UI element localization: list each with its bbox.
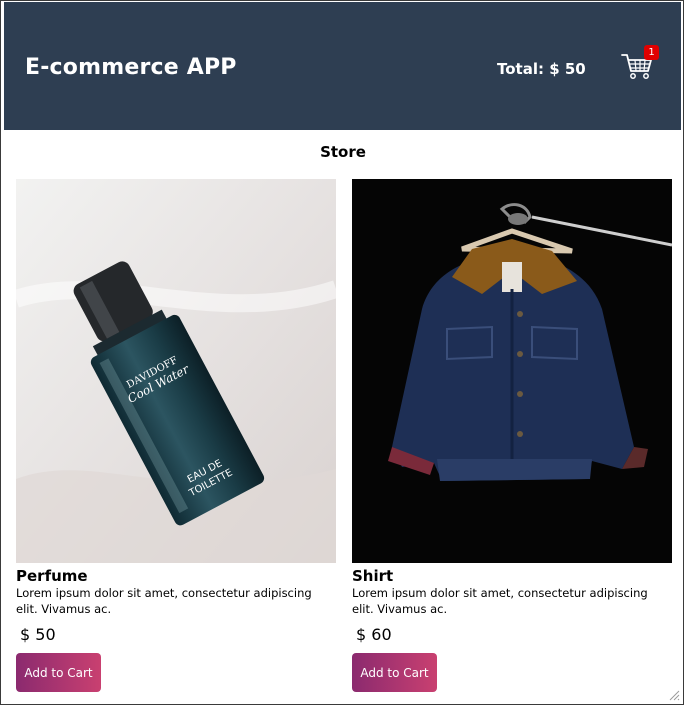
perfume-image: DAVIDOFF Cool Water EAU DE TOILETTE (16, 179, 336, 563)
product-card-perfume: DAVIDOFF Cool Water EAU DE TOILETTE Perf… (16, 179, 336, 692)
app-window: E-commerce APP Total: $ 50 1 Store DAVID… (0, 0, 684, 705)
product-name: Perfume (16, 567, 88, 585)
cart-count-badge: 1 (644, 45, 659, 60)
product-card-shirt: Shirt Lorem ipsum dolor sit amet, consec… (352, 179, 672, 692)
add-to-cart-button[interactable]: Add to Cart (352, 653, 437, 692)
product-description: Lorem ipsum dolor sit amet, consectetur … (352, 586, 648, 616)
shirt-image (352, 179, 672, 563)
add-to-cart-button[interactable]: Add to Cart (16, 653, 101, 692)
resize-grip-icon[interactable] (668, 689, 680, 701)
app-title: E-commerce APP (25, 55, 237, 80)
product-description: Lorem ipsum dolor sit amet, consectetur … (16, 586, 312, 616)
store-heading: Store (320, 143, 366, 161)
product-price: $ 60 (356, 625, 392, 644)
app-header: E-commerce APP Total: $ 50 (4, 2, 681, 130)
product-name: Shirt (352, 567, 394, 585)
cart-total: Total: $ 50 (497, 60, 586, 78)
product-price: $ 50 (20, 625, 56, 644)
